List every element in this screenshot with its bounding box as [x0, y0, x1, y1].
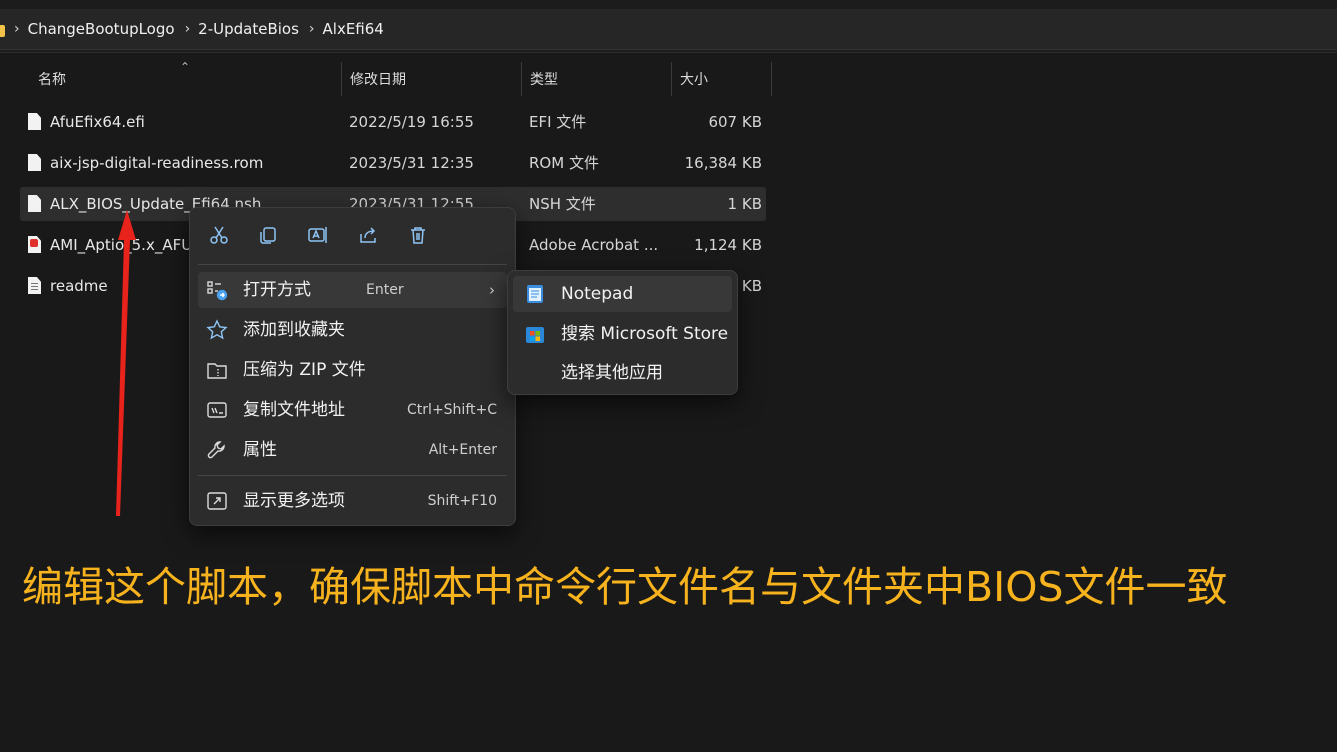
file-name: aix-jsp-digital-readiness.rom — [50, 154, 264, 172]
column-header-name[interactable]: 名称 — [30, 62, 342, 96]
menu-item-label: 添加到收藏夹 — [243, 320, 345, 340]
pdf-icon — [28, 236, 41, 253]
menu-item-label: 属性 — [243, 440, 277, 460]
file-size: 16,384 KB — [684, 154, 762, 172]
file-name: AfuEfix64.efi — [50, 113, 145, 131]
annotation-caption: 编辑这个脚本，确保脚本中命令行文件名与文件夹中BIOS文件一致 — [22, 563, 1228, 611]
file-name: readme — [50, 277, 108, 295]
breadcrumb-separator: › — [14, 21, 20, 37]
menu-separator — [198, 475, 507, 476]
open-with-icon — [207, 281, 228, 301]
rename-button[interactable] — [301, 220, 335, 250]
menu-item-shortcut: Shift+F10 — [427, 493, 497, 509]
cut-icon — [210, 226, 228, 244]
menu-item-add-to-favorites[interactable]: 添加到收藏夹 — [198, 312, 507, 348]
file-size: 1 KB — [727, 195, 762, 213]
delete-button[interactable] — [401, 220, 435, 250]
menu-item-label: 打开方式 — [243, 280, 311, 300]
file-type: NSH 文件 — [529, 195, 596, 213]
submenu-item-label: 选择其他应用 — [561, 363, 663, 383]
submenu-item-notepad[interactable]: Notepad — [513, 276, 732, 312]
menu-item-shortcut: Ctrl+Shift+C — [407, 402, 497, 418]
menu-item-label: 显示更多选项 — [243, 491, 345, 511]
share-icon — [360, 227, 376, 243]
menu-item-open-with[interactable]: 打开方式 Enter › — [198, 272, 507, 308]
file-size: 1,124 KB — [694, 236, 762, 254]
file-icon — [28, 195, 41, 212]
column-header-date[interactable]: 修改日期 — [342, 62, 522, 96]
share-button[interactable] — [351, 220, 385, 250]
wrench-icon — [207, 441, 225, 459]
breadcrumb-item-updatebios[interactable]: 2-UpdateBios — [198, 20, 299, 38]
breadcrumb[interactable]: › ChangeBootupLogo › 2-UpdateBios › AlxE… — [0, 9, 1337, 50]
submenu-item-label: Notepad — [561, 284, 634, 304]
copy-path-icon — [207, 402, 227, 418]
column-header-label: 修改日期 — [350, 72, 406, 88]
menu-item-copy-path[interactable]: 复制文件地址 Ctrl+Shift+C — [198, 392, 507, 428]
file-row[interactable]: aix-jsp-digital-readiness.rom 2023/5/31 … — [20, 146, 766, 180]
file-size: 607 KB — [708, 113, 762, 131]
delete-icon — [411, 227, 425, 244]
file-name: AMI_Aptio_5.x_AFU — [50, 236, 193, 254]
rename-icon — [308, 227, 327, 243]
cut-button[interactable] — [202, 220, 236, 250]
context-menu: 打开方式 Enter › 添加到收藏夹 压缩为 ZIP 文件 复制文件地址 Ct… — [189, 207, 516, 526]
file-type: ROM 文件 — [529, 154, 599, 172]
file-icon — [28, 113, 41, 130]
zip-icon — [207, 363, 227, 379]
folder-icon — [0, 25, 5, 37]
file-row[interactable]: AfuEfix64.efi 2022/5/19 16:55 EFI 文件 607… — [20, 105, 766, 139]
copy-icon — [260, 227, 276, 244]
column-header-size[interactable]: 大小 — [672, 62, 772, 96]
menu-item-shortcut: Alt+Enter — [428, 442, 497, 458]
column-header-label: 大小 — [680, 72, 708, 88]
notepad-icon — [527, 285, 543, 303]
file-date: 2022/5/19 16:55 — [349, 113, 474, 131]
file-type: EFI 文件 — [529, 113, 587, 131]
menu-item-properties[interactable]: 属性 Alt+Enter — [198, 432, 507, 468]
store-icon — [526, 327, 544, 343]
file-icon — [28, 154, 41, 171]
copy-button[interactable] — [251, 220, 285, 250]
open-with-submenu: Notepad 搜索 Microsoft Store 选择其他应用 — [507, 270, 738, 395]
address-bar: › ChangeBootupLogo › 2-UpdateBios › AlxE… — [0, 0, 1337, 53]
menu-item-label: 复制文件地址 — [243, 400, 345, 420]
column-header-label: 类型 — [530, 72, 558, 88]
text-file-icon — [28, 277, 41, 294]
menu-separator — [198, 264, 507, 265]
menu-item-shortcut: Enter — [366, 282, 404, 298]
file-date: 2023/5/31 12:35 — [349, 154, 474, 172]
column-header-type[interactable]: 类型 — [522, 62, 672, 96]
submenu-item-label: 搜索 Microsoft Store — [561, 324, 729, 344]
file-type: Adobe Acrobat ... — [529, 236, 659, 254]
submenu-item-microsoft-store[interactable]: 搜索 Microsoft Store — [513, 316, 732, 352]
chevron-right-icon: › — [489, 281, 495, 299]
breadcrumb-separator: › — [308, 21, 315, 37]
menu-item-compress-zip[interactable]: 压缩为 ZIP 文件 — [198, 352, 507, 388]
breadcrumb-item-alxefi64[interactable]: AlxEfi64 — [323, 20, 384, 38]
submenu-item-choose-another-app[interactable]: 选择其他应用 — [513, 355, 732, 391]
column-header-label: 名称 — [38, 72, 66, 88]
breadcrumb-item-changebootuplogo[interactable]: ChangeBootupLogo — [28, 20, 175, 38]
star-icon — [206, 319, 228, 340]
menu-item-show-more-options[interactable]: 显示更多选项 Shift+F10 — [198, 483, 507, 519]
more-options-icon — [207, 492, 227, 510]
menu-item-label: 压缩为 ZIP 文件 — [243, 360, 366, 380]
breadcrumb-separator: › — [184, 21, 191, 37]
